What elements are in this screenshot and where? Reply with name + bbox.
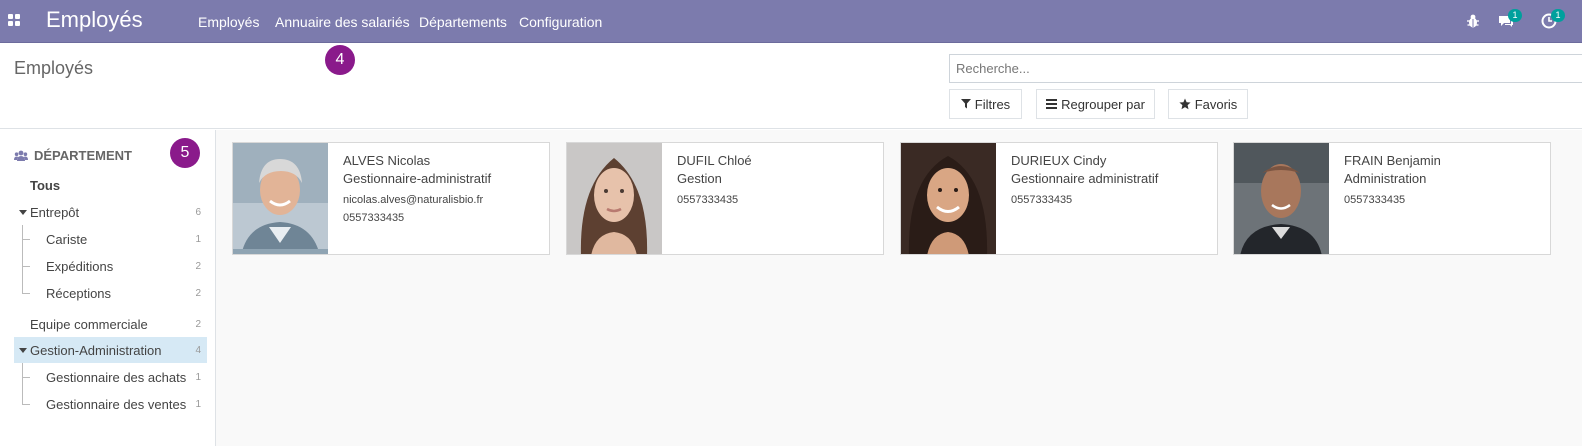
tutorial-marker-4: 4	[325, 45, 355, 75]
department-all[interactable]: Tous	[14, 172, 207, 198]
employee-photo	[901, 143, 996, 254]
employee-card[interactable]: ALVES Nicolas Gestionnaire-administratif…	[232, 142, 550, 255]
group-by-bars-icon	[1046, 99, 1058, 109]
employee-name: DURIEUX Cindy	[1011, 153, 1107, 168]
employee-phone: 0557333435	[343, 212, 405, 224]
employee-card[interactable]: FRAIN Benjamin Administration 0557333435	[1233, 142, 1551, 255]
employee-photo	[567, 143, 662, 254]
department-cariste[interactable]: Cariste 1	[14, 226, 207, 252]
employee-name: FRAIN Benjamin	[1344, 153, 1441, 168]
employee-phone: 0557333435	[677, 194, 739, 206]
employee-info: DUFIL Chloé Gestion 0557333435	[677, 152, 877, 206]
employee-kanban: ALVES Nicolas Gestionnaire-administratif…	[216, 130, 1582, 446]
employee-phone: 0557333435	[1011, 194, 1073, 206]
menu-employees[interactable]: Employés	[198, 14, 259, 30]
employee-card[interactable]: DURIEUX Cindy Gestionnaire administratif…	[900, 142, 1218, 255]
group-by-button[interactable]: Regrouper par	[1036, 89, 1155, 119]
search-bar[interactable]	[949, 54, 1582, 83]
side-panel-title: DÉPARTEMENT	[34, 148, 132, 163]
activities-clock-icon[interactable]: 1	[1541, 9, 1565, 29]
tutorial-marker-5: 5	[170, 138, 200, 168]
employee-card[interactable]: DUFIL Chloé Gestion 0557333435	[566, 142, 884, 255]
department-gestionnaire-achats[interactable]: Gestionnaire des achats 1	[14, 364, 207, 390]
employee-info: DURIEUX Cindy Gestionnaire administratif…	[1011, 152, 1211, 206]
employee-photo	[233, 143, 328, 254]
employee-job: Administration	[1344, 171, 1427, 186]
filters-button[interactable]: Filtres	[949, 89, 1022, 119]
favorites-label: Favoris	[1194, 96, 1238, 112]
employee-job: Gestion	[677, 171, 722, 186]
activities-count-badge: 1	[1551, 9, 1565, 22]
search-input[interactable]	[950, 55, 1582, 82]
menu-departments[interactable]: Départements	[419, 14, 507, 30]
department-equipe-commerciale[interactable]: Equipe commerciale 2	[14, 311, 207, 337]
employee-job: Gestionnaire-administratif	[343, 171, 492, 186]
users-group-icon	[14, 150, 28, 161]
department-gestion-administration[interactable]: Gestion-Administration 4	[14, 337, 207, 363]
department-side-panel: DÉPARTEMENT 5 Tous Entrepôt 6 Cariste 1 …	[0, 130, 216, 446]
caret-down-icon[interactable]	[19, 209, 27, 215]
menu-employee-directory[interactable]: Annuaire des salariés	[275, 14, 410, 30]
breadcrumb-title: Employés	[14, 58, 94, 78]
department-gestionnaire-ventes[interactable]: Gestionnaire des ventes 1	[14, 391, 207, 417]
star-icon	[1179, 98, 1191, 110]
control-panel: Employés 4 Filtres Regrouper par Favoris	[0, 43, 1582, 129]
app-title[interactable]: Employés	[46, 7, 143, 33]
employee-info: ALVES Nicolas Gestionnaire-administratif…	[343, 152, 543, 224]
group-by-label: Regrouper par	[1061, 96, 1145, 112]
department-expeditions[interactable]: Expéditions 2	[14, 253, 207, 279]
employee-info: FRAIN Benjamin Administration 0557333435	[1344, 152, 1544, 206]
employee-phone: 0557333435	[1344, 194, 1406, 206]
filter-funnel-icon	[960, 99, 971, 109]
debug-bug-icon[interactable]	[1465, 13, 1481, 29]
employee-job: Gestionnaire administratif	[1011, 171, 1159, 186]
menu-configuration[interactable]: Configuration	[519, 14, 602, 30]
apps-menu-icon[interactable]	[8, 14, 20, 26]
caret-down-icon[interactable]	[19, 347, 27, 353]
top-navbar: Employés Employés Annuaire des salariés …	[0, 0, 1582, 43]
favorites-button[interactable]: Favoris	[1168, 89, 1248, 119]
department-entrepot[interactable]: Entrepôt 6	[14, 199, 207, 225]
messages-icon[interactable]: 1	[1498, 9, 1522, 29]
department-receptions[interactable]: Réceptions 2	[14, 280, 207, 306]
messages-count-badge: 1	[1508, 9, 1522, 22]
employee-photo	[1234, 143, 1329, 254]
side-panel-header: DÉPARTEMENT	[14, 148, 132, 163]
employee-email[interactable]: nicolas.alves@naturalisbio.fr	[343, 194, 543, 206]
employee-name: DUFIL Chloé	[677, 153, 752, 168]
employee-name: ALVES Nicolas	[343, 153, 431, 168]
filters-label: Filtres	[974, 96, 1011, 112]
